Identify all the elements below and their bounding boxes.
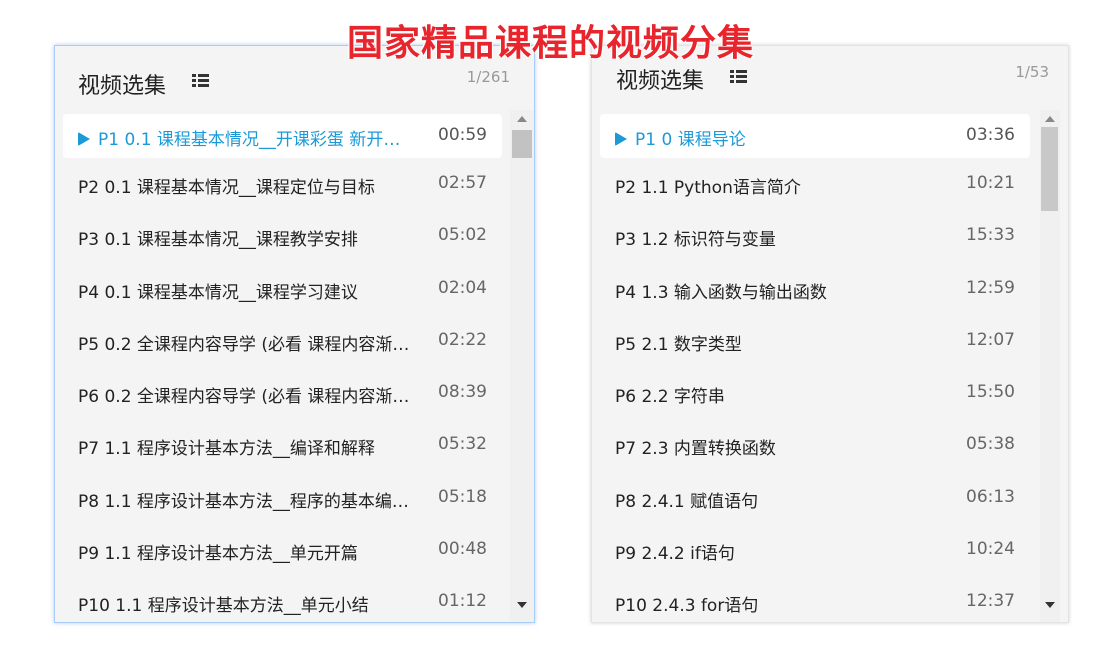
episode-item[interactable]: P6 2.2 字符串 15:50 [600, 367, 1030, 419]
episode-item[interactable]: P7 1.1 程序设计基本方法__编译和解释 05:32 [63, 419, 502, 471]
episode-item[interactable]: P2 0.1 课程基本情况__课程定位与目标 02:57 [63, 158, 502, 210]
episode-item[interactable]: P5 2.1 数字类型 12:07 [600, 315, 1030, 367]
episode-item[interactable]: P9 2.4.2 if语句 10:24 [600, 524, 1030, 576]
episode-duration: 01:12 [438, 591, 487, 612]
episode-duration: 06:13 [966, 486, 1015, 507]
scroll-thumb[interactable] [512, 130, 532, 158]
episode-duration: 03:36 [966, 125, 1015, 145]
episode-duration: 05:18 [438, 486, 487, 507]
episode-title: P8 1.1 程序设计基本方法__程序的基本编… [78, 491, 409, 512]
episode-title: P2 0.1 课程基本情况__课程定位与目标 [78, 178, 375, 198]
episode-item-active[interactable]: P1 0 课程导论 03:36 [600, 114, 1030, 158]
list-icon[interactable] [730, 70, 747, 84]
episode-title: P2 1.1 Python语言简介 [615, 178, 801, 198]
episode-duration: 12:59 [966, 277, 1015, 298]
episode-title: P3 0.1 课程基本情况__课程教学安排 [78, 230, 358, 251]
episode-item[interactable]: P10 1.1 程序设计基本方法__单元小结 01:12 [63, 576, 502, 622]
episode-title: P1 0 课程导论 [615, 125, 950, 150]
episode-title: P9 2.4.2 if语句 [615, 544, 735, 565]
episode-duration: 10:24 [966, 539, 1015, 560]
episode-duration: 00:59 [438, 125, 487, 145]
episode-duration: 08:39 [438, 382, 487, 403]
episode-title: P7 2.3 内置转换函数 [615, 439, 776, 460]
episode-title: P8 2.4.1 赋值语句 [615, 491, 759, 512]
episode-duration: 02:57 [438, 173, 487, 193]
episode-list: P1 0.1 课程基本情况__开课彩蛋 新开… 00:59 P2 0.1 课程基… [55, 110, 510, 622]
chevron-down-icon[interactable] [1045, 602, 1055, 608]
episode-item[interactable]: P9 1.1 程序设计基本方法__单元开篇 00:48 [63, 524, 502, 576]
episode-title: P10 2.4.3 for语句 [615, 596, 759, 617]
scrollbar[interactable] [1040, 110, 1060, 622]
episode-title: P10 1.1 程序设计基本方法__单元小结 [78, 596, 369, 617]
episode-duration: 12:07 [966, 329, 1015, 350]
page-banner-title: 国家精品课程的视频分集 [346, 23, 754, 64]
episode-duration: 15:33 [966, 225, 1015, 246]
episode-duration: 02:22 [438, 329, 487, 350]
episode-duration: 10:21 [966, 173, 1015, 193]
episode-duration: 02:04 [438, 277, 487, 298]
play-icon [78, 132, 90, 146]
episode-item[interactable]: P3 1.2 标识符与变量 15:33 [600, 210, 1030, 262]
chevron-up-icon[interactable] [1045, 116, 1055, 122]
episode-list: P1 0 课程导论 03:36 P2 1.1 Python语言简介 10:21 P… [592, 110, 1038, 622]
episode-title: P6 0.2 全课程内容导学 (必看 课程内容渐… [78, 387, 410, 408]
chevron-down-icon[interactable] [517, 602, 527, 608]
episode-item[interactable]: P6 0.2 全课程内容导学 (必看 课程内容渐… 08:39 [63, 367, 502, 419]
right-episode-panel: 视频选集 1/53 P1 0 课程导论 03:36 P2 1.1 Python语… [591, 45, 1069, 623]
episode-title: P4 0.1 课程基本情况__课程学习建议 [78, 282, 358, 303]
episode-item[interactable]: P10 2.4.3 for语句 12:37 [600, 576, 1030, 622]
episode-item[interactable]: P3 0.1 课程基本情况__课程教学安排 05:02 [63, 210, 502, 262]
episode-title: P4 1.3 输入函数与输出函数 [615, 282, 827, 303]
page-count: 1/261 [466, 68, 510, 86]
episode-title: P9 1.1 程序设计基本方法__单元开篇 [78, 544, 358, 565]
episode-item[interactable]: P2 1.1 Python语言简介 10:21 [600, 158, 1030, 210]
episode-item[interactable]: P8 1.1 程序设计基本方法__程序的基本编… 05:18 [63, 472, 502, 524]
episode-item[interactable]: P4 1.3 输入函数与输出函数 12:59 [600, 263, 1030, 315]
episode-item[interactable]: P4 0.1 课程基本情况__课程学习建议 02:04 [63, 263, 502, 315]
left-episode-panel: 视频选集 1/261 P1 0.1 课程基本情况__开课彩蛋 新开… 00:59… [54, 45, 535, 623]
episode-title: P6 2.2 字符串 [615, 387, 725, 408]
episode-title: P1 0.1 课程基本情况__开课彩蛋 新开… [78, 125, 422, 150]
episode-title: P7 1.1 程序设计基本方法__编译和解释 [78, 439, 375, 460]
episode-title: P5 0.2 全课程内容导学 (必看 课程内容渐… [78, 334, 410, 355]
episode-duration: 00:48 [438, 539, 487, 560]
episode-item[interactable]: P7 2.3 内置转换函数 05:38 [600, 419, 1030, 471]
episode-duration: 05:38 [966, 434, 1015, 455]
episode-duration: 12:37 [966, 591, 1015, 612]
panel-title: 视频选集 [78, 74, 167, 99]
play-icon [615, 132, 627, 146]
list-icon[interactable] [192, 74, 209, 88]
episode-title: P3 1.2 标识符与变量 [615, 230, 776, 251]
episode-duration: 15:50 [966, 382, 1015, 403]
episode-item[interactable]: P5 0.2 全课程内容导学 (必看 课程内容渐… 02:22 [63, 315, 502, 367]
chevron-up-icon[interactable] [517, 116, 527, 122]
episode-duration: 05:32 [438, 434, 487, 455]
episode-title: P5 2.1 数字类型 [615, 334, 742, 355]
episode-duration: 05:02 [438, 225, 487, 246]
episode-item[interactable]: P8 2.4.1 赋值语句 06:13 [600, 472, 1030, 524]
scroll-thumb[interactable] [1041, 127, 1058, 211]
episode-item-active[interactable]: P1 0.1 课程基本情况__开课彩蛋 新开… 00:59 [63, 114, 502, 158]
scrollbar[interactable] [510, 110, 534, 622]
